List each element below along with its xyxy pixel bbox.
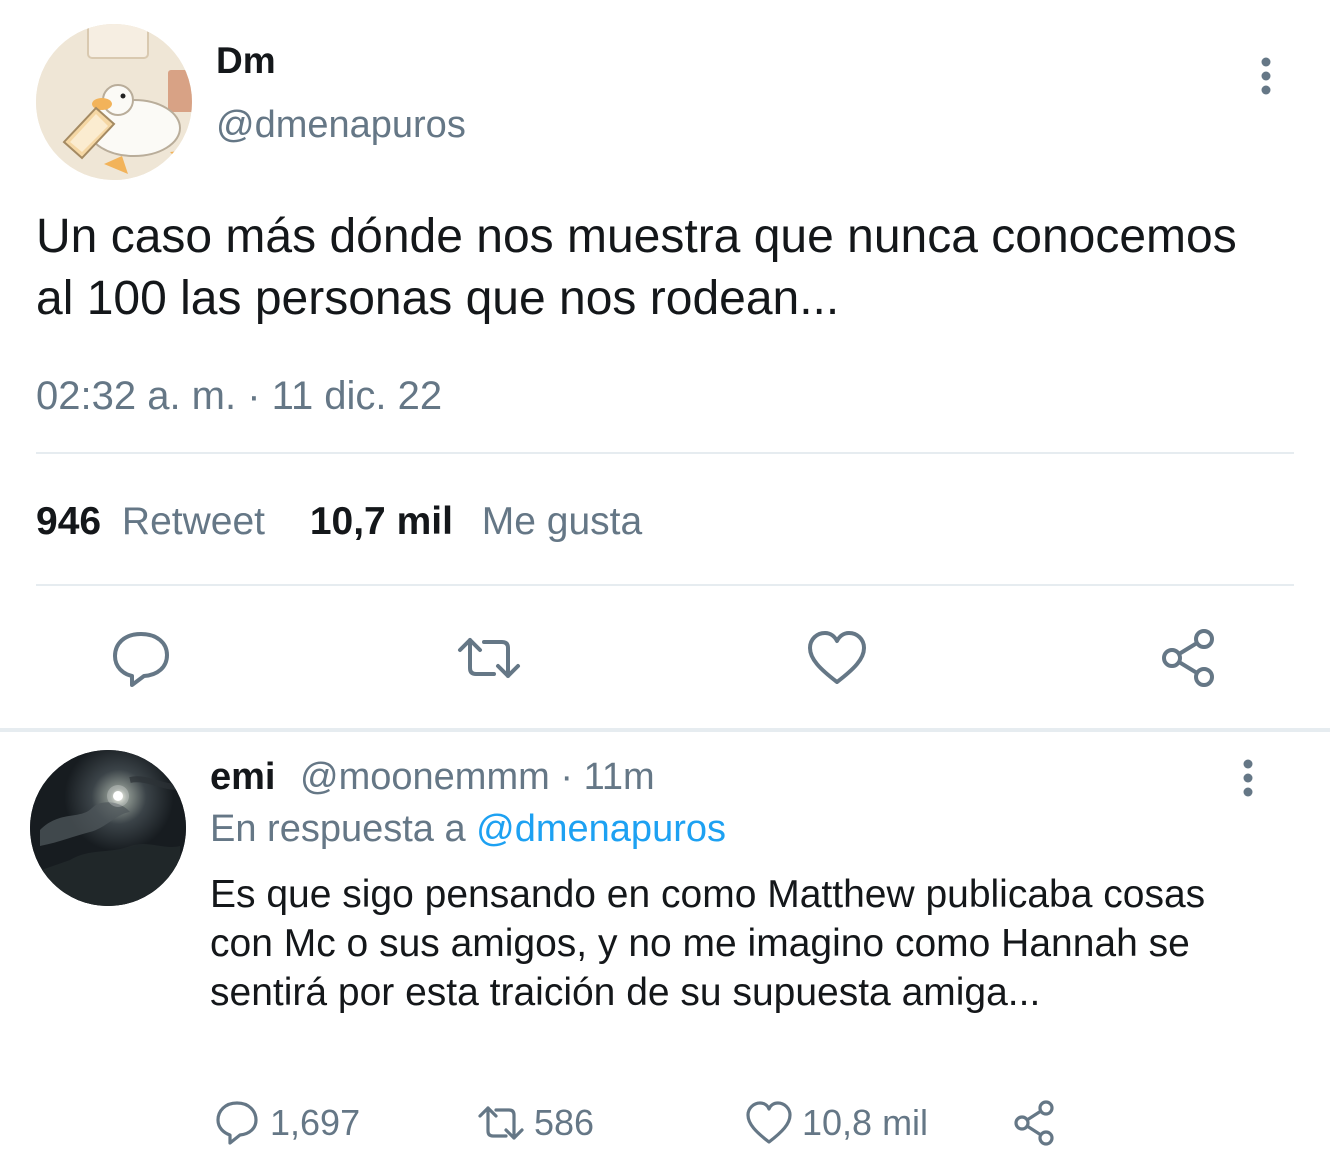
replying-to-label: En respuesta a [210,808,466,850]
retweet-count: 586 [534,1102,595,1143]
tweet-timestamp[interactable]: 02:32 a. m. · 11 dic. 22 [36,374,442,419]
main-tweet: Dm @dmenapuros Un caso más dónde nos mue… [0,0,1330,728]
user-handle[interactable]: @dmenapuros [216,104,466,147]
avatar[interactable] [30,750,186,906]
reply-user-handle[interactable]: @moonemmm [300,756,550,798]
reply-count: 1,697 [270,1102,361,1143]
replying-to-line: En respuesta a @dmenapuros [210,808,726,851]
share-icon[interactable] [1154,628,1224,688]
tweet-text: Un caso más dónde nos muestra que nunca … [36,210,1237,325]
reply-icon[interactable] [212,1098,262,1148]
like-icon[interactable] [744,1098,794,1148]
reply-header: emi @moonemmm · 11m [210,756,655,799]
like-label[interactable]: Me gusta [482,500,642,543]
reply-tweet[interactable]: emi @moonemmm · 11m En respuesta a @dmen… [0,732,1330,1176]
share-icon[interactable] [1010,1098,1060,1148]
more-options-icon[interactable] [1232,756,1264,800]
reply-icon[interactable] [106,628,176,688]
retweet-icon[interactable] [454,628,524,688]
reply-retweet-action[interactable]: 586 [476,1098,594,1148]
reply-like-action[interactable]: 10,8 mil [744,1098,928,1148]
moon-night-avatar-image [30,750,186,906]
divider [36,584,1294,586]
like-count: 10,8 mil [802,1102,929,1143]
reply-timestamp[interactable]: 11m [584,756,655,798]
reply-text: Es que sigo pensando en como Matthew pub… [210,873,1206,1014]
retweet-icon[interactable] [476,1098,526,1148]
more-options-icon[interactable] [1250,54,1282,98]
separator-dot: · [560,756,573,798]
like-icon[interactable] [802,628,872,688]
retweet-label[interactable]: Retweet [122,500,265,543]
divider [36,452,1294,454]
replying-to-mention[interactable]: @dmenapuros [476,808,726,850]
like-count[interactable]: 10,7 mil [310,500,453,543]
duck-avatar-illustration [36,24,192,180]
reply-comment-action[interactable]: 1,697 [212,1098,360,1148]
reply-display-name[interactable]: emi [210,756,275,798]
avatar[interactable] [36,24,192,180]
retweet-count[interactable]: 946 [36,500,101,543]
tweet-stats: 946 Retweet 10,7 mil Me gusta [36,500,642,544]
display-name[interactable]: Dm [216,40,276,82]
reply-share-action[interactable] [1010,1098,1060,1148]
